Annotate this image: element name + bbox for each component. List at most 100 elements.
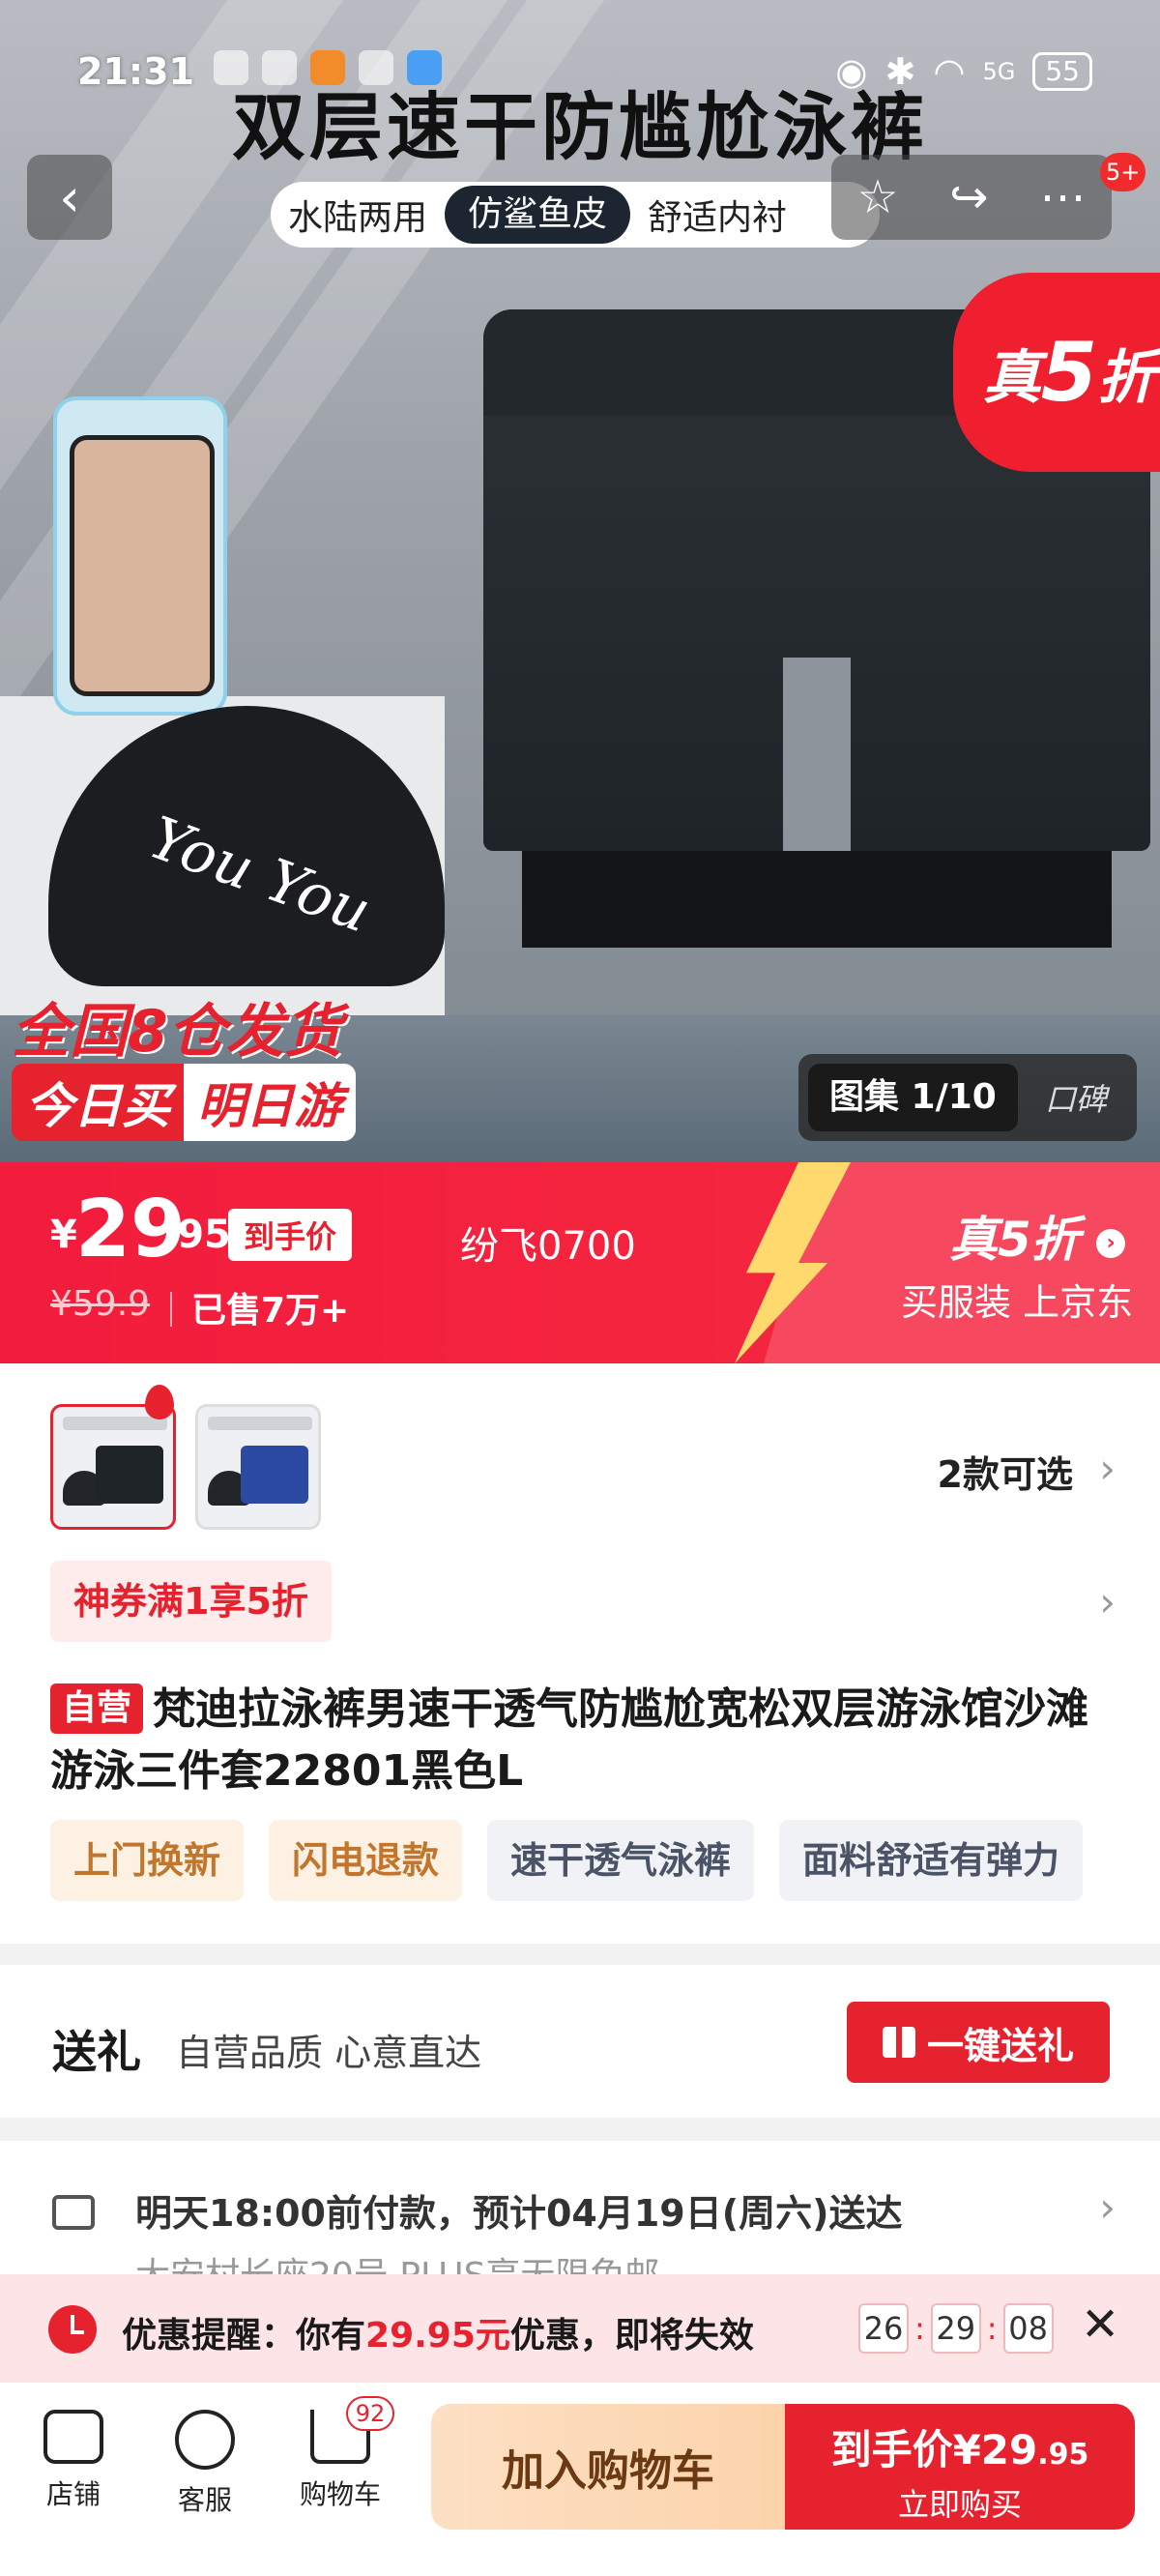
reviews-tab[interactable]: 口碑 <box>1045 1075 1107 1120</box>
cart-label: 购物车 <box>299 2478 381 2510</box>
buy-now-button[interactable]: 到手价¥29.95 立即购买 <box>785 2404 1135 2530</box>
eye-icon: ◉ <box>835 50 868 93</box>
shipping-promo: 全国8仓发货 <box>12 998 342 1066</box>
customer-service-tab[interactable]: 客服 <box>147 2410 263 2518</box>
feature-tags: 上门换新 闪电退款 速干透气泳裤 面料舒适有弹力 <box>50 1820 1084 1901</box>
buy-price: 到手价¥29.95 <box>785 2417 1135 2476</box>
promo-tomorrow: 明日游 <box>184 1064 356 1141</box>
store-tab[interactable]: 店铺 <box>15 2410 131 2512</box>
reminder-prefix: 优惠提醒：你有 <box>122 2316 366 2356</box>
promo-slogan: 买服装 上京东 <box>901 1281 1134 1324</box>
more-icon[interactable]: ⋯ <box>1040 170 1087 224</box>
truck-icon <box>52 2195 95 2230</box>
countdown-timer: 26 : 29 : 08 <box>858 2303 1054 2354</box>
status-bar: 21:31 ◉ ✱ ◠ 5G 55 <box>0 0 1160 145</box>
store-label: 店铺 <box>45 2478 101 2510</box>
chevron-right-icon[interactable]: › <box>1099 2183 1116 2231</box>
wifi-icon: ◠ <box>933 50 966 93</box>
price-banner: ¥ 29 .95 到手价 ¥59.9 已售7万+ 纷飞0700 真5折 › 买服… <box>0 1162 1160 1363</box>
app-icon <box>309 50 345 85</box>
coupon-badge[interactable]: 神券满1享5折 <box>50 1561 332 1642</box>
divider <box>170 1292 172 1327</box>
feature-tag[interactable]: 面料舒适有弹力 <box>779 1820 1084 1901</box>
variant-thumb-blue[interactable] <box>195 1404 321 1530</box>
original-price: ¥59.9 <box>50 1284 151 1324</box>
discount-reminder-bar: 优惠提醒：你有29.95元优惠，即将失效 26 : 29 : 08 ✕ <box>0 2274 1160 2383</box>
gallery-counter[interactable]: 图集 1/10 <box>808 1064 1018 1131</box>
notification-icon <box>358 50 393 85</box>
hot-icon <box>145 1385 174 1420</box>
variant-thumb-black[interactable] <box>50 1404 176 1530</box>
discount-prefix: 真 <box>982 343 1041 412</box>
signal-label: 5G <box>982 58 1016 85</box>
final-price-tag: 到手价 <box>228 1209 353 1261</box>
hero-tag-bar: 水陆两用 仿鲨鱼皮 舒适内衬 <box>271 182 880 248</box>
chevron-right-icon: › <box>1096 1228 1126 1258</box>
buy-price-decimal: .95 <box>1037 2438 1089 2472</box>
hero-tag: 舒适内衬 <box>648 198 788 238</box>
gift-section: 送礼 自营品质 心意直达 一键送礼 <box>0 1965 1160 2118</box>
battery-icon: 55 <box>1032 52 1092 91</box>
countdown-minutes: 29 <box>930 2303 981 2354</box>
discount-suffix: 折 <box>1097 343 1156 412</box>
countdown-hours: 26 <box>858 2303 909 2354</box>
price-decimal: .95 <box>162 1213 231 1257</box>
add-to-cart-button[interactable]: 加入购物车 <box>431 2404 785 2530</box>
weather-icon <box>406 50 442 85</box>
customer-service-icon <box>175 2410 235 2470</box>
status-time: 21:31 <box>77 50 194 93</box>
feature-tag[interactable]: 闪电退款 <box>269 1820 463 1901</box>
user-watermark: 纷飞0700 <box>460 1224 636 1269</box>
reminder-suffix: 优惠，即将失效 <box>509 2316 754 2356</box>
hero-tag-active: 仿鲨鱼皮 <box>445 186 631 244</box>
send-gift-label: 一键送礼 <box>926 2024 1074 2067</box>
chevron-left-icon: ‹ <box>59 166 80 228</box>
phone-image <box>70 435 215 696</box>
gallery-pill[interactable]: 图集 1/10 口碑 <box>798 1054 1137 1141</box>
favorite-star-icon[interactable]: ☆ <box>856 170 898 224</box>
variant-count[interactable]: 2款可选 <box>938 1445 1073 1498</box>
notification-badge: 5+ <box>1100 153 1146 191</box>
feature-tag[interactable]: 速干透气泳裤 <box>487 1820 755 1901</box>
buy-now-label: 立即购买 <box>897 2486 1022 2523</box>
hero-tag: 水陆两用 <box>288 198 428 238</box>
discount-number: 5 <box>1040 325 1098 420</box>
system-icons: ◉ ✱ ◠ 5G 55 <box>835 50 1092 93</box>
buy-price-label: 到手价¥29 <box>830 2426 1038 2474</box>
gift-subtitle: 自营品质 心意直达 <box>176 2032 482 2074</box>
cart-count-badge: 92 <box>346 2396 394 2431</box>
product-title: 自营 梵迪拉泳裤男速干透气防尴尬宽松双层游泳馆沙滩游泳三件套22801黑色L <box>50 1679 1123 1802</box>
gift-icon <box>882 2027 915 2058</box>
reminder-text: 优惠提醒：你有29.95元优惠，即将失效 <box>122 2307 754 2357</box>
shorts-liner <box>522 851 1112 948</box>
customer-service-label: 客服 <box>177 2484 232 2516</box>
wechat-icon <box>261 50 297 85</box>
self-operated-tag: 自营 <box>50 1683 144 1734</box>
gift-title: 送礼 <box>52 2026 141 2078</box>
share-icon[interactable]: ↪ <box>949 170 988 224</box>
clock-icon <box>48 2305 97 2354</box>
promo-today: 今日买 <box>12 1064 184 1141</box>
half-price-label: 真5折 <box>949 1212 1080 1268</box>
sold-count: 已售7万+ <box>191 1291 350 1331</box>
close-icon[interactable]: ✕ <box>1081 2298 1119 2352</box>
product-info: 2款可选 › 神券满1享5折 › 自营 梵迪拉泳裤男速干透气防尴尬宽松双层游泳馆沙… <box>0 1363 1160 1944</box>
back-button[interactable]: ‹ <box>27 155 112 240</box>
product-title-text: 梵迪拉泳裤男速干透气防尴尬宽松双层游泳馆沙滩游泳三件套22801黑色L <box>50 1684 1089 1796</box>
half-price-link[interactable]: 真5折 › <box>949 1201 1126 1271</box>
countdown-seconds: 08 <box>1002 2303 1054 2354</box>
price-currency: ¥ <box>50 1213 77 1257</box>
delivery-estimate: 明天18:00前付款，预计04月19日(周六)送达 <box>135 2192 903 2235</box>
reminder-amount: 29.95元 <box>365 2316 510 2356</box>
store-icon <box>44 2410 103 2464</box>
notification-icon <box>213 50 248 85</box>
buy-today-promo: 今日买 明日游 <box>12 1064 356 1141</box>
send-gift-button[interactable]: 一键送礼 <box>847 2002 1110 2083</box>
bottom-action-bar: 店铺 客服 购物车 92 加入购物车 到手价¥29.95 立即购买 <box>0 2383 1160 2576</box>
chevron-right-icon[interactable]: › <box>1099 1445 1116 1492</box>
chevron-right-icon[interactable]: › <box>1099 1578 1116 1625</box>
delivery-section[interactable]: 明天18:00前付款，预计04月19日(周六)送达 › 大安村长座20号 PLU… <box>0 2141 1160 2296</box>
bluetooth-icon: ✱ <box>884 50 916 93</box>
discount-badge: 真5折 <box>953 273 1160 472</box>
feature-tag[interactable]: 上门换新 <box>50 1820 245 1901</box>
